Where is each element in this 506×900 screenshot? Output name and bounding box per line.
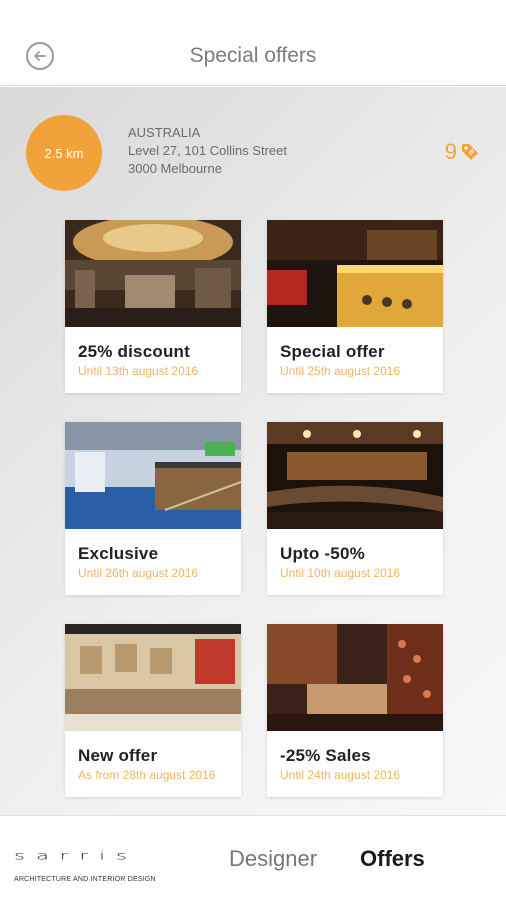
nav-tab-offers[interactable]: Offers [360, 846, 425, 872]
distance-badge: 2.5 km [26, 115, 102, 191]
nav-tab-designer[interactable]: Designer [229, 846, 317, 872]
address-block: AUSTRALIA Level 27, 101 Collins Street 3… [128, 124, 287, 178]
offer-title: 25% discount [78, 342, 190, 361]
offer-image [65, 422, 241, 529]
offer-image [267, 624, 443, 731]
top-app-bar: Special offers [0, 0, 506, 86]
offer-title: Special offer [280, 342, 385, 361]
offer-image [65, 624, 241, 731]
address-city: 3000 Melbourne [128, 161, 222, 176]
brand-logo: sarris ARCHITECTURE AND INTERIOR DESIGN [14, 850, 178, 883]
page-title: Special offers [189, 44, 317, 67]
offer-card[interactable]: Special offer Until 25th august 2016 [267, 220, 443, 393]
offer-image [267, 422, 443, 529]
offer-date: Until 10th august 2016 [280, 566, 401, 580]
offer-title: New offer [78, 746, 158, 765]
address-street: Level 27, 101 Collins Street [128, 143, 287, 158]
offer-card[interactable]: New offer As from 28th august 2016 [65, 624, 241, 797]
offers-content: 2.5 km AUSTRALIA Level 27, 101 Collins S… [0, 87, 506, 815]
offer-image [65, 220, 241, 327]
offer-card[interactable]: Exclusive Until 26th august 2016 [65, 422, 241, 595]
offer-title: Exclusive [78, 544, 159, 563]
location-info: 2.5 km AUSTRALIA Level 27, 101 Collins S… [0, 87, 506, 207]
offer-title: Upto -50% [280, 544, 365, 563]
offer-date: Until 26th august 2016 [78, 566, 199, 580]
offer-card[interactable]: -25% Sales Until 24th august 2016 [267, 624, 443, 797]
tag-icon [462, 144, 478, 160]
offer-image [267, 220, 443, 327]
offer-count-value: 9 [444, 139, 457, 164]
brand-tagline: ARCHITECTURE AND INTERIOR DESIGN [14, 876, 156, 883]
brand-name: sarris [14, 848, 138, 863]
offer-title: -25% Sales [280, 746, 371, 765]
offer-date: As from 28th august 2016 [78, 768, 216, 782]
address-country: AUSTRALIA [128, 125, 201, 140]
offer-date: Until 13th august 2016 [78, 364, 199, 378]
offer-date: Until 24th august 2016 [280, 768, 401, 782]
bottom-nav: sarris ARCHITECTURE AND INTERIOR DESIGN … [0, 815, 506, 900]
offer-count[interactable]: 9 [445, 139, 480, 165]
offer-card[interactable]: Upto -50% Until 10th august 2016 [267, 422, 443, 595]
offer-date: Until 25th august 2016 [280, 364, 401, 378]
offer-card[interactable]: 25% discount Until 13th august 2016 [65, 220, 241, 393]
